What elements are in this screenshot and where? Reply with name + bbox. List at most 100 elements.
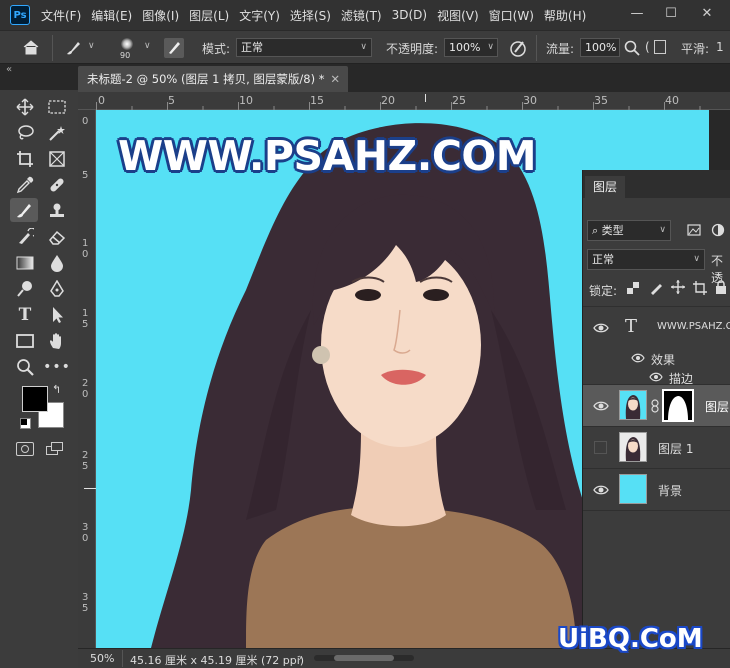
- menu-view[interactable]: 视图(V): [432, 7, 484, 24]
- collapse-panel-icon[interactable]: «: [6, 64, 20, 78]
- maximize-icon[interactable]: ☐: [654, 0, 688, 26]
- screen-mode-icon[interactable]: [46, 442, 63, 455]
- opacity-input[interactable]: 100% ∨: [444, 38, 498, 57]
- horizontal-ruler: 0 5 10 15 20 25 30 35 40: [78, 92, 730, 110]
- chevron-right-icon[interactable]: ›: [298, 651, 302, 664]
- chevron-down-icon[interactable]: ∨: [88, 41, 95, 51]
- canvas-text-layer: WWW.PSAHZ.COM: [118, 132, 537, 180]
- close-icon[interactable]: ✕: [330, 66, 340, 92]
- menu-filter[interactable]: 滤镜(T): [336, 7, 387, 24]
- minimize-icon[interactable]: —: [620, 0, 654, 26]
- lock-transparent-pixels-icon[interactable]: [627, 282, 639, 294]
- type-tool-icon[interactable]: T: [14, 304, 36, 326]
- layer-effects-row[interactable]: 效果: [583, 348, 730, 368]
- vertical-ruler: 0 5 10 15 20 25 30 35: [78, 110, 96, 648]
- brush-size-picker[interactable]: 90: [114, 36, 140, 62]
- chevron-down-icon[interactable]: ∨: [144, 41, 151, 51]
- brush-tool-preset-icon[interactable]: [64, 39, 82, 57]
- healing-brush-tool-icon[interactable]: [46, 174, 68, 196]
- lock-label: 锁定:: [589, 284, 618, 298]
- foreground-color-swatch[interactable]: [22, 386, 48, 412]
- menu-file[interactable]: 文件(F): [36, 7, 86, 24]
- menu-help[interactable]: 帮助(H): [539, 7, 591, 24]
- layer-name[interactable]: WWW.PSAHZ.C: [657, 321, 730, 332]
- flow-input[interactable]: 100%: [580, 38, 620, 57]
- layer-row-image[interactable]: 图层 1: [583, 426, 730, 468]
- airbrush-icon[interactable]: (: [645, 40, 650, 54]
- blend-mode-select[interactable]: 正常 ∨: [587, 249, 705, 270]
- lock-image-pixels-icon[interactable]: [649, 281, 663, 295]
- move-tool-icon[interactable]: [14, 96, 36, 118]
- menu-window[interactable]: 窗口(W): [484, 7, 539, 24]
- pen-tool-icon[interactable]: [46, 278, 68, 300]
- document-tab-title: 未标题-2 @ 50% (图层 1 拷贝, 图层蒙版/8) *: [87, 72, 325, 86]
- magic-wand-tool-icon[interactable]: [46, 122, 68, 144]
- filter-adjustment-layer-icon[interactable]: [711, 223, 725, 237]
- lock-all-icon[interactable]: [715, 280, 727, 294]
- menu-image[interactable]: 图像(I): [137, 7, 184, 24]
- eye-icon[interactable]: [593, 398, 609, 414]
- gradient-tool-icon[interactable]: [14, 252, 36, 274]
- default-colors-icon[interactable]: [20, 418, 31, 429]
- menu-select[interactable]: 选择(S): [285, 7, 336, 24]
- menu-layer[interactable]: 图层(L): [184, 7, 234, 24]
- brush-settings-icon[interactable]: [164, 38, 184, 58]
- horizontal-scrollbar[interactable]: [314, 655, 414, 661]
- home-icon[interactable]: [22, 39, 40, 55]
- photoshop-logo: Ps: [10, 5, 30, 25]
- smoothing-value[interactable]: 1: [716, 40, 724, 54]
- search-icon: ⌕: [592, 224, 599, 237]
- layers-panel: 图层 ⌕ 类型 ∨ 正常 ∨ 不透 锁定: T WWW.PSAHZ.C 效果 描…: [582, 170, 730, 648]
- document-tab[interactable]: 未标题-2 @ 50% (图层 1 拷贝, 图层蒙版/8) * ✕: [78, 66, 348, 92]
- link-chain-icon[interactable]: [650, 399, 660, 413]
- layer-filter-select[interactable]: ⌕ 类型 ∨: [587, 220, 671, 241]
- ruler-tick-label: 10: [82, 238, 89, 260]
- rectangle-tool-icon[interactable]: [14, 330, 36, 352]
- dodge-tool-icon[interactable]: [14, 278, 36, 300]
- eye-icon[interactable]: [593, 482, 609, 498]
- tab-layers[interactable]: 图层: [585, 176, 625, 198]
- blur-tool-icon[interactable]: [46, 252, 68, 274]
- lock-position-icon[interactable]: [671, 280, 685, 294]
- layer-row-text[interactable]: T WWW.PSAHZ.C: [583, 306, 730, 348]
- lock-artboard-icon[interactable]: [693, 281, 707, 295]
- menu-type[interactable]: 文字(Y): [234, 7, 285, 24]
- lasso-tool-icon[interactable]: [14, 122, 36, 144]
- layer-name[interactable]: 图层: [705, 398, 729, 415]
- eye-icon[interactable]: [631, 352, 645, 364]
- eye-icon[interactable]: [593, 320, 609, 336]
- filter-pixel-layer-icon[interactable]: [687, 224, 701, 236]
- close-window-icon[interactable]: ✕: [690, 0, 724, 26]
- eyedropper-tool-icon[interactable]: [14, 174, 36, 196]
- marquee-tool-icon[interactable]: [46, 96, 68, 118]
- eraser-tool-icon[interactable]: [46, 226, 68, 248]
- path-selection-tool-icon[interactable]: [46, 304, 68, 326]
- hand-tool-icon[interactable]: [46, 330, 68, 352]
- zoom-tool-icon[interactable]: [14, 356, 36, 378]
- layer-name[interactable]: 图层 1: [658, 440, 693, 457]
- search-icon[interactable]: [624, 40, 640, 56]
- eye-icon[interactable]: [649, 371, 663, 383]
- mode-select[interactable]: 正常 ∨: [236, 38, 372, 57]
- layer-mask-thumbnail[interactable]: [662, 389, 694, 422]
- swap-colors-icon[interactable]: ↰: [52, 383, 61, 396]
- layer-row-masked-selected[interactable]: 图层: [583, 384, 730, 426]
- more-tools-icon[interactable]: •••: [43, 356, 70, 378]
- visibility-off-box[interactable]: [594, 441, 607, 454]
- menu-edit[interactable]: 编辑(E): [86, 7, 137, 24]
- layer-row-background[interactable]: 背景: [583, 468, 730, 510]
- chevron-down-icon: ∨: [659, 225, 666, 235]
- crop-tool-icon[interactable]: [14, 148, 36, 170]
- stamp-tool-icon[interactable]: [46, 200, 68, 222]
- brush-tool-icon[interactable]: [10, 198, 38, 222]
- zoom-level[interactable]: 50%: [90, 652, 114, 665]
- airbrush-toggle-icon[interactable]: [654, 40, 666, 54]
- menu-3d[interactable]: 3D(D): [387, 8, 432, 22]
- opacity-label: 不透明度:: [386, 42, 439, 56]
- document-size-info[interactable]: 45.16 厘米 x 45.19 厘米 (72 ppi): [130, 652, 304, 668]
- pressure-opacity-icon[interactable]: [508, 38, 528, 58]
- history-brush-tool-icon[interactable]: [14, 226, 36, 248]
- frame-tool-icon[interactable]: [46, 148, 68, 170]
- layer-name[interactable]: 背景: [658, 482, 682, 499]
- quick-mask-icon[interactable]: [16, 442, 34, 456]
